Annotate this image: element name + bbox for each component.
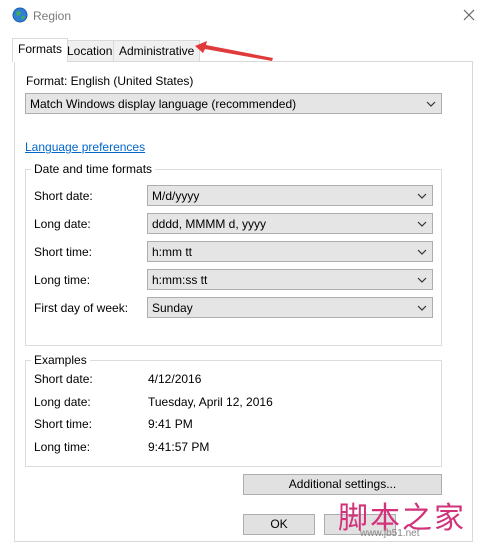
ok-button[interactable]: OK — [243, 514, 315, 535]
example-short-date-value: 4/12/2016 — [148, 372, 202, 386]
long-date-label: Long date: — [34, 217, 91, 231]
long-date-value: dddd, MMMM d, yyyy — [152, 217, 267, 231]
chevron-down-icon — [417, 193, 427, 199]
short-time-value: h:mm tt — [152, 245, 193, 259]
long-time-select[interactable]: h:mm:ss tt — [147, 269, 433, 290]
group-title: Date and time formats — [31, 162, 156, 176]
tab-label: Formats — [18, 42, 63, 56]
long-time-value: h:mm:ss tt — [152, 273, 208, 287]
format-select-value: Match Windows display language (recommen… — [30, 97, 297, 111]
example-long-date-label: Long date: — [34, 395, 91, 409]
tab-formats[interactable]: Formats — [12, 38, 69, 62]
title-bar: Region — [0, 0, 485, 32]
chevron-down-icon — [426, 101, 436, 107]
globe-icon — [12, 7, 28, 23]
close-icon — [463, 9, 475, 21]
short-date-value: M/d/yyyy — [152, 189, 200, 203]
short-time-label: Short time: — [34, 245, 93, 259]
tab-label: Administrative — [119, 44, 195, 58]
example-short-time-label: Short time: — [34, 417, 93, 431]
window-title: Region — [33, 9, 72, 23]
example-short-time-value: 9:41 PM — [148, 417, 193, 431]
example-short-date-label: Short date: — [34, 372, 93, 386]
first-day-of-week-select[interactable]: Sunday — [147, 297, 433, 318]
chevron-down-icon — [417, 277, 427, 283]
format-label: Format: English (United States) — [26, 74, 194, 88]
group-title: Examples — [31, 353, 90, 367]
first-day-of-week-value: Sunday — [152, 301, 193, 315]
tab-administrative[interactable]: Administrative — [113, 40, 201, 61]
tab-location[interactable]: Location — [61, 40, 119, 61]
long-time-label: Long time: — [34, 273, 91, 287]
example-long-time-value: 9:41:57 PM — [148, 440, 210, 454]
language-preferences-link[interactable]: Language preferences — [25, 140, 145, 154]
chevron-down-icon — [417, 221, 427, 227]
chevron-down-icon — [417, 249, 427, 255]
short-time-select[interactable]: h:mm tt — [147, 241, 433, 262]
tab-label: Location — [67, 44, 113, 58]
format-select[interactable]: Match Windows display language (recommen… — [25, 93, 442, 114]
example-long-date-value: Tuesday, April 12, 2016 — [148, 395, 273, 409]
watermark-url: www.jb51.net — [360, 528, 420, 539]
first-day-of-week-label: First day of week: — [34, 301, 129, 315]
chevron-down-icon — [417, 305, 427, 311]
short-date-select[interactable]: M/d/yyyy — [147, 185, 433, 206]
annotation-arrow — [195, 41, 273, 61]
short-date-label: Short date: — [34, 189, 93, 203]
long-date-select[interactable]: dddd, MMMM d, yyyy — [147, 213, 433, 234]
close-button[interactable] — [455, 3, 483, 27]
example-long-time-label: Long time: — [34, 440, 91, 454]
